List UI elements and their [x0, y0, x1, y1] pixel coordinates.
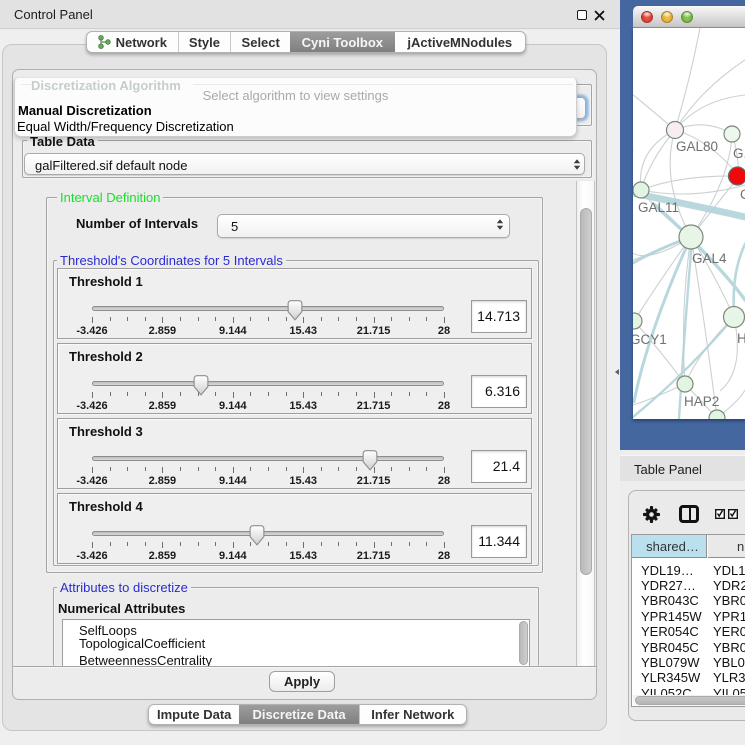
svg-text:GAL11: GAL11	[638, 200, 679, 215]
svg-text:HAP2: HAP2	[684, 394, 719, 409]
svg-text:GAL4: GAL4	[692, 251, 727, 266]
svg-text:C: C	[740, 187, 745, 202]
svg-text:H: H	[737, 331, 745, 346]
svg-text:G.: G.	[733, 146, 745, 161]
svg-text:GAL80: GAL80	[676, 139, 718, 154]
svg-text:GCY1: GCY1	[633, 332, 667, 347]
